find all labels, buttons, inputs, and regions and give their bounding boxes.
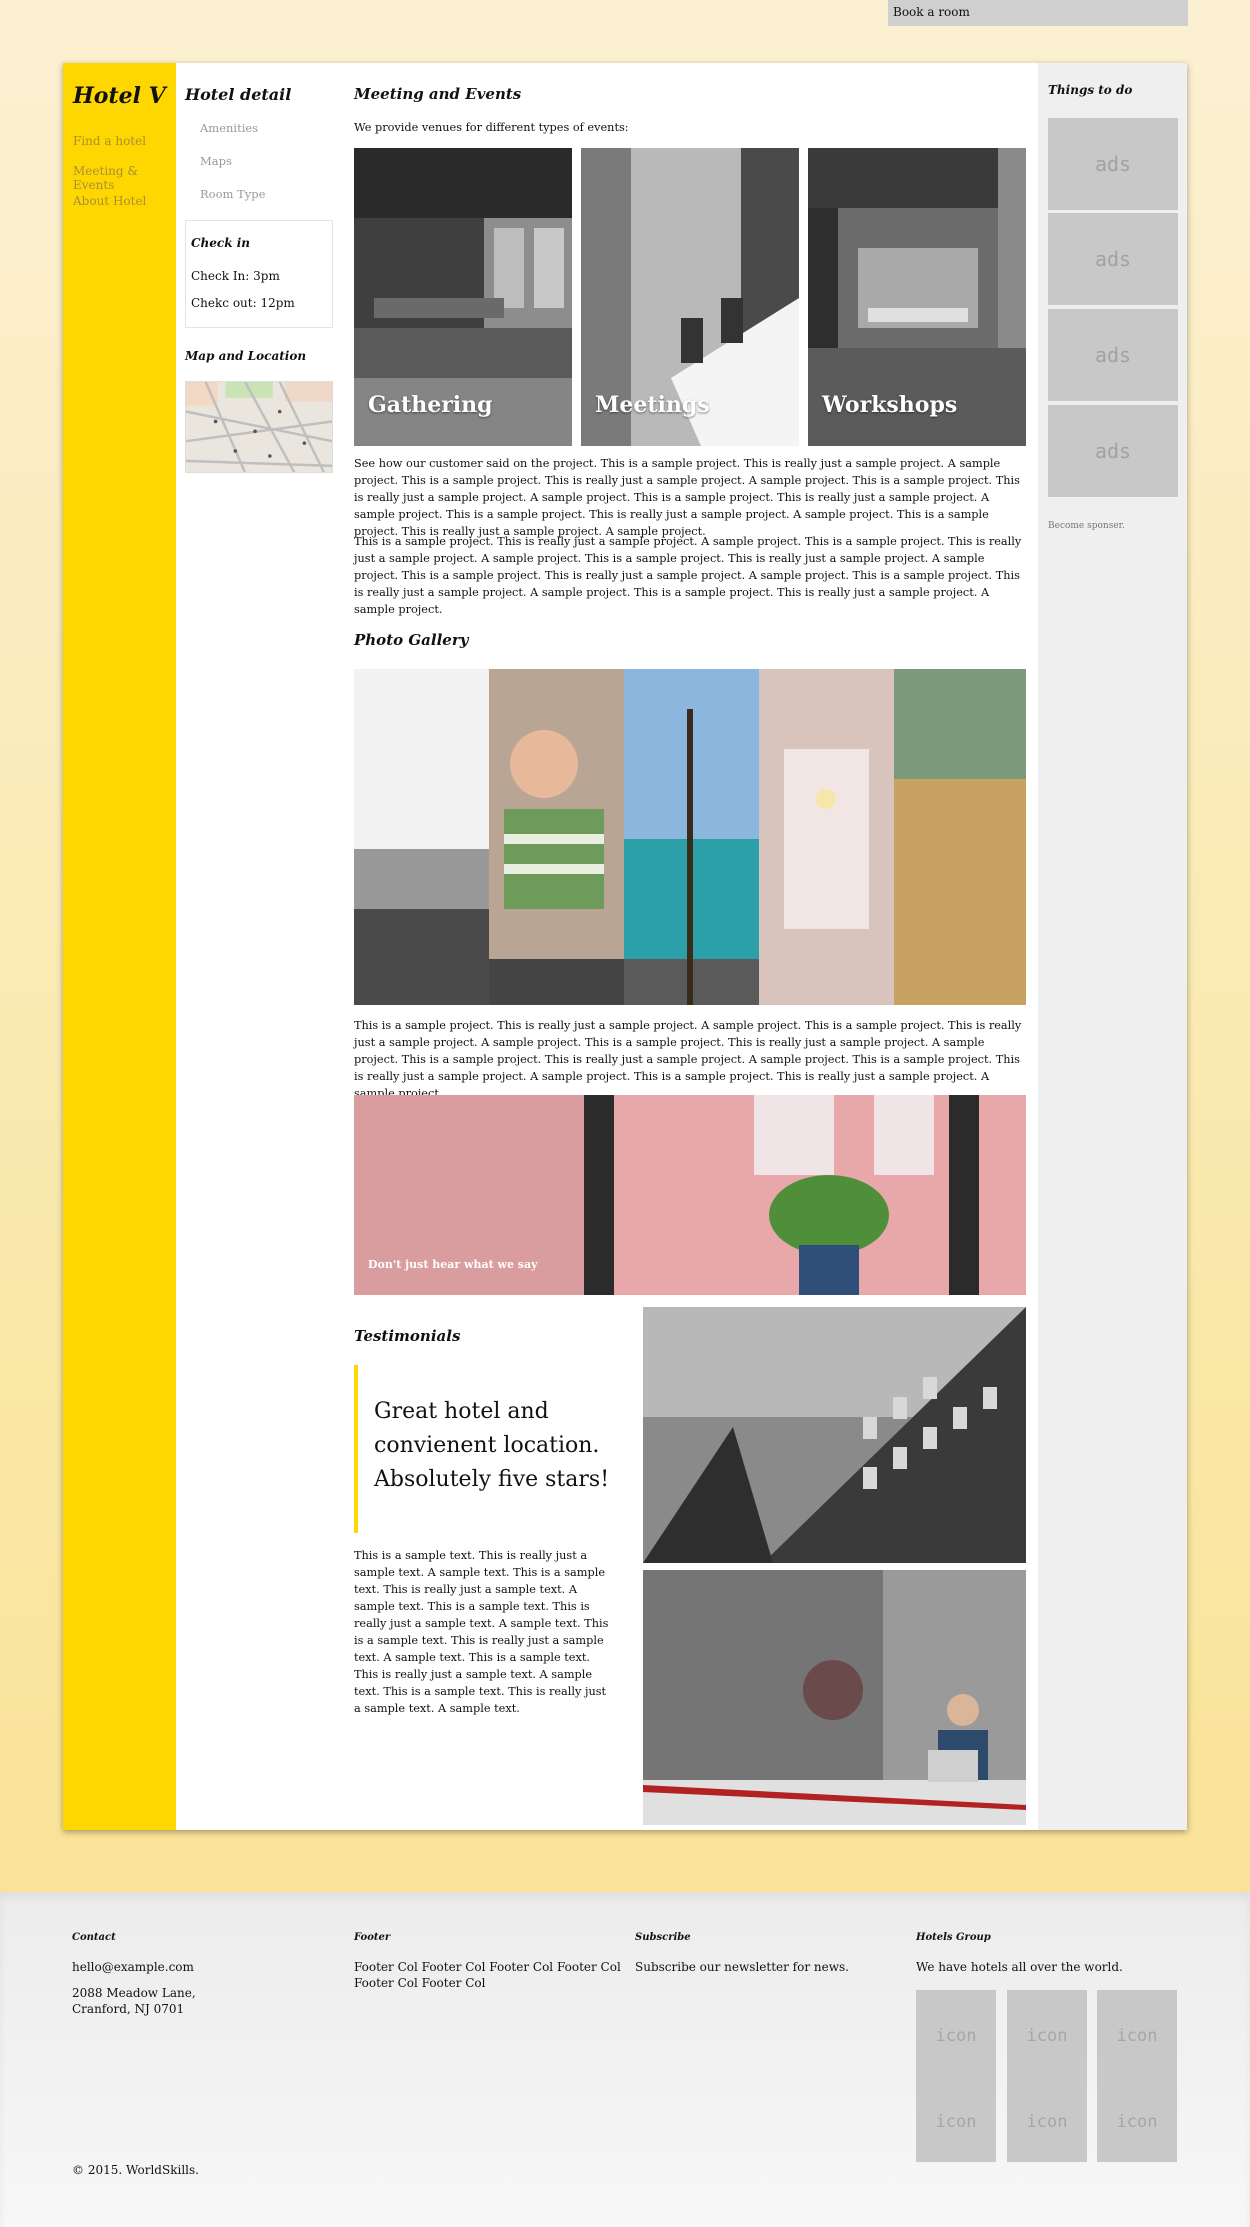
- nav-meeting-events[interactable]: Meeting & Events: [73, 164, 176, 192]
- icon-label: icon: [1116, 2112, 1158, 2132]
- hotel-icon-card[interactable]: icon icon: [1007, 1990, 1087, 2162]
- nav-find-hotel[interactable]: Find a hotel: [73, 134, 146, 148]
- brand-logo[interactable]: Hotel V: [73, 83, 166, 109]
- left-sidebar: Hotel V Find a hotel Meeting & Events Ab…: [63, 63, 176, 1830]
- meeting-paragraph-1: See how our customer said on the project…: [354, 457, 1020, 538]
- building-image[interactable]: [643, 1307, 1026, 1563]
- footer-title: Footer: [354, 1932, 391, 1943]
- room-type-link[interactable]: Room Type: [200, 187, 265, 201]
- icon-label: icon: [1116, 2026, 1158, 2046]
- checkin-box: Check in Check In: 3pm Chekc out: 12pm: [185, 220, 333, 328]
- footer-contact: Contact hello@example.com 2088 Meadow La…: [72, 1932, 342, 2017]
- hotels-group-title: Hotels Group: [916, 1932, 991, 1943]
- map-image[interactable]: [185, 381, 333, 473]
- footer-links: Footer Footer Col Footer Col Footer Col …: [354, 1932, 624, 1991]
- ad-slot[interactable]: ads: [1048, 405, 1178, 497]
- photo-gallery-image[interactable]: [354, 669, 1026, 1005]
- hotel-detail-title: Hotel detail: [185, 85, 292, 104]
- testimonials-title: Testimonials: [354, 1327, 461, 1345]
- gathering-label: Gathering: [368, 392, 493, 418]
- quote-text: Great hotel and convienent location. Abs…: [374, 1399, 610, 1492]
- meeting-paragraph-2: This is a sample project. This is really…: [354, 535, 1022, 616]
- testimonial-paragraph: This is a sample text. This is really ju…: [354, 1549, 609, 1715]
- workshops-label: Workshops: [822, 392, 958, 418]
- banner-image[interactable]: Don't just hear what we say: [354, 1095, 1026, 1295]
- meetings-label: Meetings: [595, 392, 710, 418]
- checkin-time: Check In: 3pm: [191, 269, 280, 283]
- hotel-icon-card[interactable]: icon icon: [916, 1990, 996, 2162]
- things-to-do-title: Things to do: [1048, 83, 1133, 97]
- nav-about-hotel[interactable]: About Hotel: [73, 194, 146, 208]
- footer-text: Footer Col Footer Col Footer Col Footer …: [354, 1960, 621, 1990]
- photo-gallery-title: Photo Gallery: [354, 631, 469, 649]
- contact-address-line1: 2088 Meadow Lane,: [72, 1986, 196, 2000]
- meetings-tile[interactable]: Meetings: [581, 148, 799, 446]
- icon-label: icon: [935, 2026, 977, 2046]
- contact-email[interactable]: hello@example.com: [72, 1959, 342, 1975]
- page-wrapper: Hotel V Find a hotel Meeting & Events Ab…: [63, 63, 1187, 1830]
- banner-caption: Don't just hear what we say: [368, 1258, 538, 1271]
- checkin-title: Check in: [191, 236, 250, 250]
- subscribe-title: Subscribe: [635, 1932, 691, 1943]
- become-sponsor-link[interactable]: Become sponser.: [1048, 521, 1125, 531]
- book-room-label: Book a room: [893, 5, 970, 19]
- maps-link[interactable]: Maps: [200, 154, 232, 168]
- hotel-icon-card[interactable]: icon icon: [1097, 1990, 1177, 2162]
- icon-label: icon: [1026, 2112, 1068, 2132]
- icon-label: icon: [1026, 2026, 1068, 2046]
- meeting-intro: We provide venues for different types of…: [354, 121, 629, 134]
- ad-slot[interactable]: ads: [1048, 213, 1178, 305]
- right-sidebar: Things to do ads ads ads ads Become spon…: [1038, 63, 1187, 1830]
- book-room-button[interactable]: Book a room: [888, 0, 1188, 26]
- gallery-paragraph: This is a sample project. This is really…: [354, 1019, 1022, 1100]
- icon-label: icon: [935, 2112, 977, 2132]
- checkout-time: Chekc out: 12pm: [191, 296, 295, 310]
- footer-subscribe: Subscribe Subscribe our newsletter for n…: [635, 1932, 905, 1975]
- workshops-tile[interactable]: Workshops: [808, 148, 1026, 446]
- hotels-group-text: We have hotels all over the world.: [916, 1960, 1123, 1974]
- copyright: © 2015. WorldSkills.: [72, 2163, 199, 2177]
- contact-title: Contact: [72, 1932, 116, 1943]
- subscribe-text: Subscribe our newsletter for news.: [635, 1960, 849, 1974]
- testimonial-quote: Great hotel and convienent location. Abs…: [354, 1365, 614, 1533]
- contact-address-line2: Cranford, NJ 0701: [72, 2002, 185, 2016]
- meeting-events-title: Meeting and Events: [354, 85, 522, 103]
- amenities-link[interactable]: Amenities: [200, 121, 258, 135]
- office-image[interactable]: [643, 1570, 1026, 1825]
- footer-hotels-group: Hotels Group We have hotels all over the…: [916, 1932, 1186, 1975]
- ad-slot[interactable]: ads: [1048, 118, 1178, 210]
- map-title: Map and Location: [185, 349, 307, 363]
- ad-slot[interactable]: ads: [1048, 309, 1178, 401]
- gathering-tile[interactable]: Gathering: [354, 148, 572, 446]
